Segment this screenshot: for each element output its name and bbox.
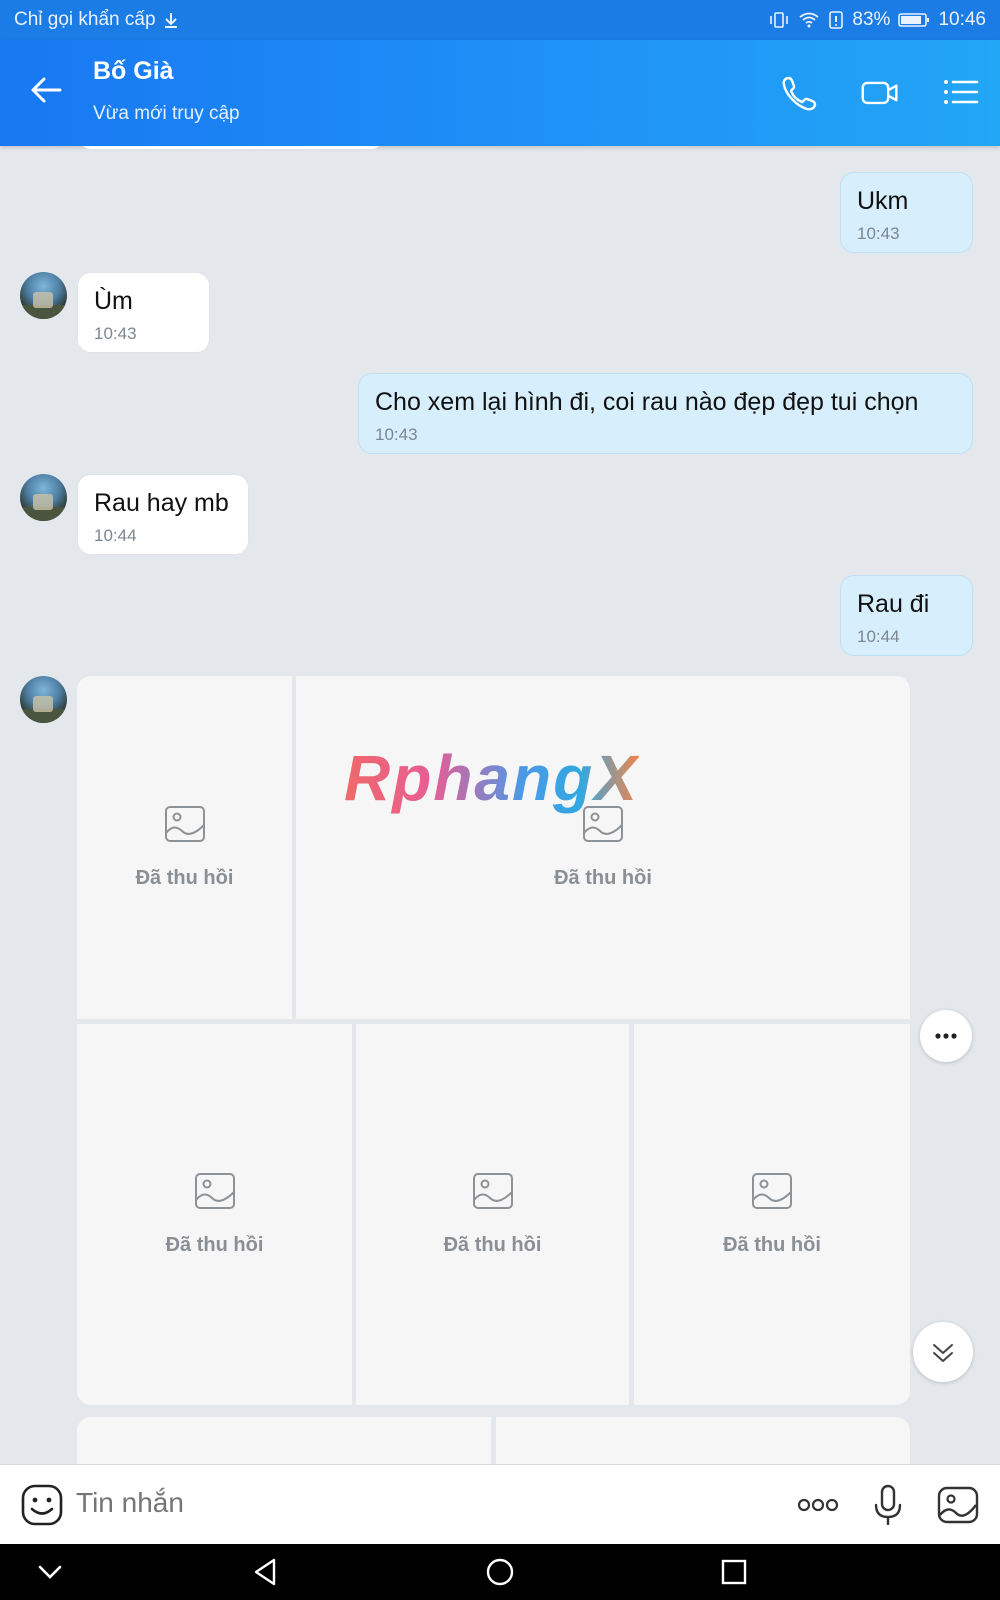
vibrate-icon bbox=[770, 12, 789, 28]
watermark-logo: RphangX bbox=[344, 742, 639, 814]
more-options-icon[interactable] bbox=[796, 1483, 840, 1527]
contact-avatar[interactable] bbox=[20, 272, 67, 319]
download-icon bbox=[164, 13, 177, 28]
recalled-label: Đã thu hồi bbox=[135, 867, 234, 889]
message-bubble-mine[interactable]: Rau đi 10:44 bbox=[840, 575, 973, 656]
nav-back-icon[interactable] bbox=[248, 1554, 284, 1590]
recalled-label: Đã thu hồi bbox=[165, 1234, 264, 1256]
image-placeholder-icon bbox=[194, 1173, 235, 1209]
message-time: 10:43 bbox=[857, 224, 900, 243]
menu-list-icon[interactable] bbox=[940, 72, 980, 112]
contact-name[interactable]: Bố Già bbox=[93, 57, 174, 86]
sticker-emoji-icon[interactable] bbox=[20, 1483, 64, 1527]
microphone-icon[interactable] bbox=[866, 1483, 910, 1527]
message-bubble-mine[interactable]: Ukm 10:43 bbox=[840, 172, 973, 253]
status-bar: Chỉ gọi khẩn cấp 83% 10:46 bbox=[0, 0, 1000, 40]
recalled-photo-tile[interactable]: Đã thu hồi bbox=[77, 676, 292, 1019]
previous-bubble-fragment bbox=[78, 146, 384, 150]
message-list[interactable]: Ukm 10:43 Ùm 10:43 Cho xem lại hình đi, … bbox=[0, 146, 1000, 1464]
message-time: 10:43 bbox=[94, 324, 137, 343]
message-bubble-theirs[interactable]: Rau hay mb 10:44 bbox=[77, 474, 249, 555]
recalled-label: Đã thu hồi bbox=[723, 1234, 821, 1256]
carrier-text: Chỉ gọi khẩn cấp bbox=[14, 9, 156, 30]
message-composer bbox=[0, 1464, 1000, 1544]
presence-status: Vừa mới truy cập bbox=[93, 103, 240, 124]
scroll-to-bottom-button[interactable] bbox=[913, 1322, 973, 1382]
clock: 10:46 bbox=[938, 9, 986, 30]
recalled-photo-tile[interactable]: Đã thu hồi bbox=[77, 1024, 352, 1405]
message-time: 10:44 bbox=[94, 526, 137, 545]
wifi-icon bbox=[799, 12, 819, 28]
nav-recents-icon[interactable] bbox=[716, 1554, 752, 1590]
battery-percent: 83% bbox=[852, 9, 891, 30]
battery-icon bbox=[898, 13, 930, 27]
video-call-icon[interactable] bbox=[860, 72, 900, 112]
image-placeholder-icon bbox=[164, 806, 205, 842]
recalled-label: Đã thu hồi bbox=[443, 1234, 542, 1256]
alert-sim-icon bbox=[829, 11, 844, 29]
message-input[interactable] bbox=[76, 1487, 676, 1519]
back-arrow-icon[interactable] bbox=[26, 70, 66, 110]
message-options-button[interactable] bbox=[920, 1010, 972, 1062]
message-text: Ukm bbox=[857, 187, 909, 215]
chat-header: Bố Già Vừa mới truy cập bbox=[0, 40, 1000, 146]
more-dots-icon bbox=[935, 1033, 957, 1039]
message-bubble-theirs[interactable]: Ùm 10:43 bbox=[77, 272, 210, 353]
recalled-photo-tile[interactable]: Đã thu hồi bbox=[634, 1024, 910, 1405]
system-nav-bar bbox=[0, 1544, 1000, 1600]
contact-avatar[interactable] bbox=[20, 474, 67, 521]
contact-avatar[interactable] bbox=[20, 676, 67, 723]
nav-home-icon[interactable] bbox=[482, 1554, 518, 1590]
image-placeholder-icon bbox=[752, 1173, 792, 1209]
recalled-photo-tile-partial[interactable] bbox=[496, 1417, 910, 1464]
recalled-label: Đã thu hồi bbox=[554, 867, 652, 889]
message-bubble-mine[interactable]: Cho xem lại hình đi, coi rau nào đẹp đẹp… bbox=[358, 373, 973, 454]
gallery-image-icon[interactable] bbox=[936, 1483, 980, 1527]
hide-keyboard-chevron-icon[interactable] bbox=[32, 1554, 68, 1590]
recalled-photo-tile[interactable]: Đã thu hồi bbox=[296, 676, 910, 1019]
message-text: Rau đi bbox=[857, 590, 930, 618]
message-time: 10:44 bbox=[857, 627, 900, 646]
message-time: 10:43 bbox=[375, 425, 418, 444]
double-chevron-down-icon bbox=[933, 1344, 953, 1362]
message-text: Ùm bbox=[94, 287, 133, 315]
message-text: Rau hay mb bbox=[94, 489, 229, 517]
phone-icon[interactable] bbox=[780, 72, 820, 112]
message-text: Cho xem lại hình đi, coi rau nào đẹp đẹp… bbox=[375, 388, 919, 416]
recalled-photo-tile-partial[interactable] bbox=[77, 1417, 491, 1464]
recalled-photo-tile[interactable]: Đã thu hồi bbox=[356, 1024, 629, 1405]
image-placeholder-icon bbox=[472, 1173, 513, 1209]
